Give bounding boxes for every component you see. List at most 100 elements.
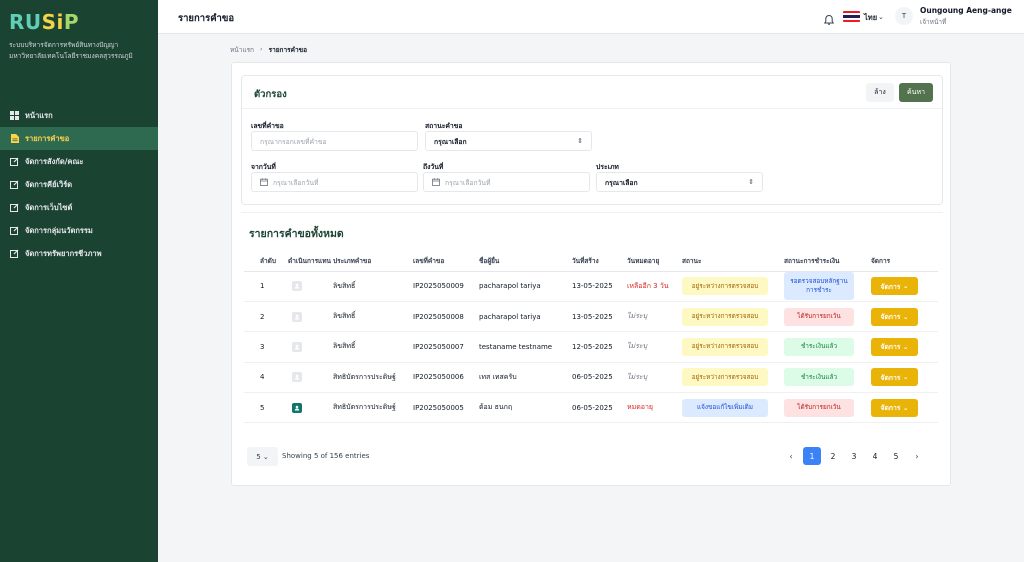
user-badge-icon — [292, 402, 302, 413]
status-label: สถานะคำขอ — [425, 122, 463, 130]
col-expiry: วันหมดอายุ — [627, 251, 682, 272]
user-badge-icon — [292, 281, 302, 292]
to-date-label: ถึงวันที่ — [423, 163, 444, 171]
clear-button[interactable]: ล้าง — [866, 83, 894, 102]
table-row: 4 สิทธิบัตรการประดิษฐ์ IP2025050006 เทส … — [244, 362, 938, 394]
from-date-label: จากวันที่ — [251, 163, 276, 171]
status-badge: อยู่ระหว่างการตรวจสอบ — [682, 307, 768, 326]
edit-icon — [10, 157, 19, 166]
search-button[interactable]: ค้นหา — [899, 83, 933, 102]
breadcrumb-home[interactable]: หน้าแรก — [230, 45, 254, 55]
col-index: ลำดับ — [244, 251, 288, 272]
calendar-icon — [432, 178, 440, 186]
page-button-2[interactable]: 2 — [824, 447, 842, 465]
page-button-4[interactable]: 4 — [866, 447, 884, 465]
payment-badge: ได้รับการยกเว้น — [784, 398, 854, 417]
sidebar-nav: หน้าแรก รายการคำขอ จัดการสังกัด/คณะ จัดก… — [0, 104, 158, 265]
thai-flag-icon[interactable] — [843, 11, 860, 22]
sidebar-item-bioresources[interactable]: จัดการทรัพยากรชีวภาพ — [0, 242, 158, 265]
status-badge: อยู่ระหว่างการตรวจสอบ — [682, 337, 768, 356]
main-card: ตัวกรอง ล้าง ค้นหา เลขที่คำขอ กรุณากรอกเ… — [231, 62, 951, 486]
payment-badge: ได้รับการยกเว้น — [784, 307, 854, 326]
table-row: 5 สิทธิบัตรการประดิษฐ์ IP2025050005 ต้อม… — [244, 392, 938, 424]
status-badge: แจ้งขอแก้ไขเพิ่มเติม — [682, 398, 768, 417]
bell-icon[interactable] — [823, 11, 835, 25]
sidebar-item-websites[interactable]: จัดการเว็บไซต์ — [0, 196, 158, 219]
col-status: สถานะ — [682, 251, 784, 272]
next-page-button[interactable]: › — [908, 447, 926, 465]
user-badge-icon — [292, 341, 302, 352]
table-row: 1 ลิขสิทธิ์ IP2025050009 pacharapol tari… — [244, 271, 938, 302]
chevron-down-icon: ⌄ — [262, 452, 269, 461]
page-button-1[interactable]: 1 — [803, 447, 821, 465]
manage-button[interactable]: จัดการ ⌄ — [871, 398, 918, 417]
entries-info: Showing 5 of 156 entries — [282, 452, 370, 460]
filter-panel: ตัวกรอง ล้าง ค้นหา เลขที่คำขอ กรุณากรอกเ… — [241, 75, 943, 205]
pagination: ‹ 1 2 3 4 5 › — [782, 447, 926, 465]
col-actions: จัดการ — [871, 251, 938, 272]
from-date-input[interactable]: กรุณาเลือกวันที่ — [251, 172, 418, 192]
type-label: ประเภท — [596, 163, 619, 171]
payment-badge: รอตรวจสอบหลักฐานการชำระ — [784, 272, 854, 301]
to-date-input[interactable]: กรุณาเลือกวันที่ — [423, 172, 590, 192]
table-row: 3 ลิขสิทธิ์ IP2025050007 testaname testn… — [244, 331, 938, 363]
col-created: วันที่สร้าง — [572, 251, 627, 272]
edit-icon — [10, 180, 19, 189]
manage-button[interactable]: จัดการ ⌄ — [871, 337, 918, 356]
calendar-icon — [260, 178, 268, 186]
col-on-behalf: ดำเนินการแทน — [288, 251, 333, 272]
user-badge-icon — [292, 311, 302, 322]
status-badge: อยู่ระหว่างการตรวจสอบ — [682, 277, 768, 296]
page-button-5[interactable]: 5 — [887, 447, 905, 465]
edit-icon — [10, 226, 19, 235]
table-header: ลำดับ ดำเนินการแทน ประเภทคำขอ เลขที่คำขอ… — [244, 251, 938, 272]
filter-title: ตัวกรอง — [254, 89, 287, 100]
chevron-down-icon: ⌄ — [878, 13, 884, 21]
divider — [241, 212, 943, 213]
status-badge: อยู่ระหว่างการตรวจสอบ — [682, 368, 768, 387]
sidebar-item-innovation-groups[interactable]: จัดการกลุ่มนวัตกรรม — [0, 219, 158, 242]
edit-icon — [10, 249, 19, 258]
list-title: รายการคำขอทั้งหมด — [249, 228, 344, 240]
sidebar-item-home[interactable]: หน้าแรก — [0, 104, 158, 127]
table-row: 2 ลิขสิทธิ์ IP2025050008 pacharapol tari… — [244, 301, 938, 333]
sidebar: RUSiP ระบบบริหารจัดการทรัพย์สินทางปัญญา … — [0, 0, 158, 562]
document-icon — [10, 134, 19, 143]
request-no-input[interactable]: กรุณากรอกเลขที่คำขอ — [251, 131, 418, 151]
user-name: Oungoung Aeng-ange — [920, 6, 1012, 15]
edit-icon — [10, 203, 19, 212]
sidebar-item-requests[interactable]: รายการคำขอ — [0, 127, 158, 150]
manage-button[interactable]: จัดการ ⌄ — [871, 307, 918, 326]
col-request-no: เลขที่คำขอ — [413, 251, 479, 272]
breadcrumb-separator: › — [260, 45, 263, 53]
organization-name: ระบบบริหารจัดการทรัพย์สินทางปัญญา มหาวิท… — [9, 41, 133, 60]
top-bar: รายการคำขอ ไทย ⌄ T Oungoung Aeng-ange เจ… — [158, 0, 1024, 34]
page-size-select[interactable]: 5 ⌄ — [247, 447, 278, 466]
manage-button[interactable]: จัดการ ⌄ — [871, 277, 918, 296]
page-button-3[interactable]: 3 — [845, 447, 863, 465]
user-role: เจ้าหน้าที่ — [920, 18, 947, 26]
type-select[interactable]: กรุณาเลือก ⇕ — [596, 172, 763, 192]
chevron-updown-icon: ⇕ — [577, 137, 583, 145]
breadcrumb-current: รายการคำขอ — [268, 46, 307, 54]
sidebar-item-keywords[interactable]: จัดการคีย์เวิร์ด — [0, 173, 158, 196]
col-payment: สถานะการชำระเงิน — [784, 251, 871, 272]
col-type: ประเภทคำขอ — [333, 251, 413, 272]
manage-button[interactable]: จัดการ ⌄ — [871, 368, 918, 387]
page-title: รายการคำขอ — [178, 13, 235, 24]
app-logo[interactable]: RUSiP — [9, 10, 79, 34]
avatar[interactable]: T — [895, 7, 913, 25]
col-applicant: ชื่อผู้ยื่น — [479, 251, 572, 272]
requests-table: ลำดับ ดำเนินการแทน ประเภทคำขอ เลขที่คำขอ… — [244, 251, 938, 424]
grid-icon — [10, 111, 19, 120]
status-select[interactable]: กรุณาเลือก ⇕ — [425, 131, 592, 151]
divider — [242, 108, 942, 109]
user-badge-icon — [292, 372, 302, 383]
language-selector[interactable]: ไทย — [864, 12, 877, 24]
payment-badge: ชำระเงินแล้ว — [784, 368, 854, 387]
payment-badge: ชำระเงินแล้ว — [784, 337, 854, 356]
sidebar-item-departments[interactable]: จัดการสังกัด/คณะ — [0, 150, 158, 173]
breadcrumb: หน้าแรก › รายการคำขอ — [230, 45, 307, 55]
request-no-label: เลขที่คำขอ — [251, 122, 284, 130]
prev-page-button[interactable]: ‹ — [782, 447, 800, 465]
